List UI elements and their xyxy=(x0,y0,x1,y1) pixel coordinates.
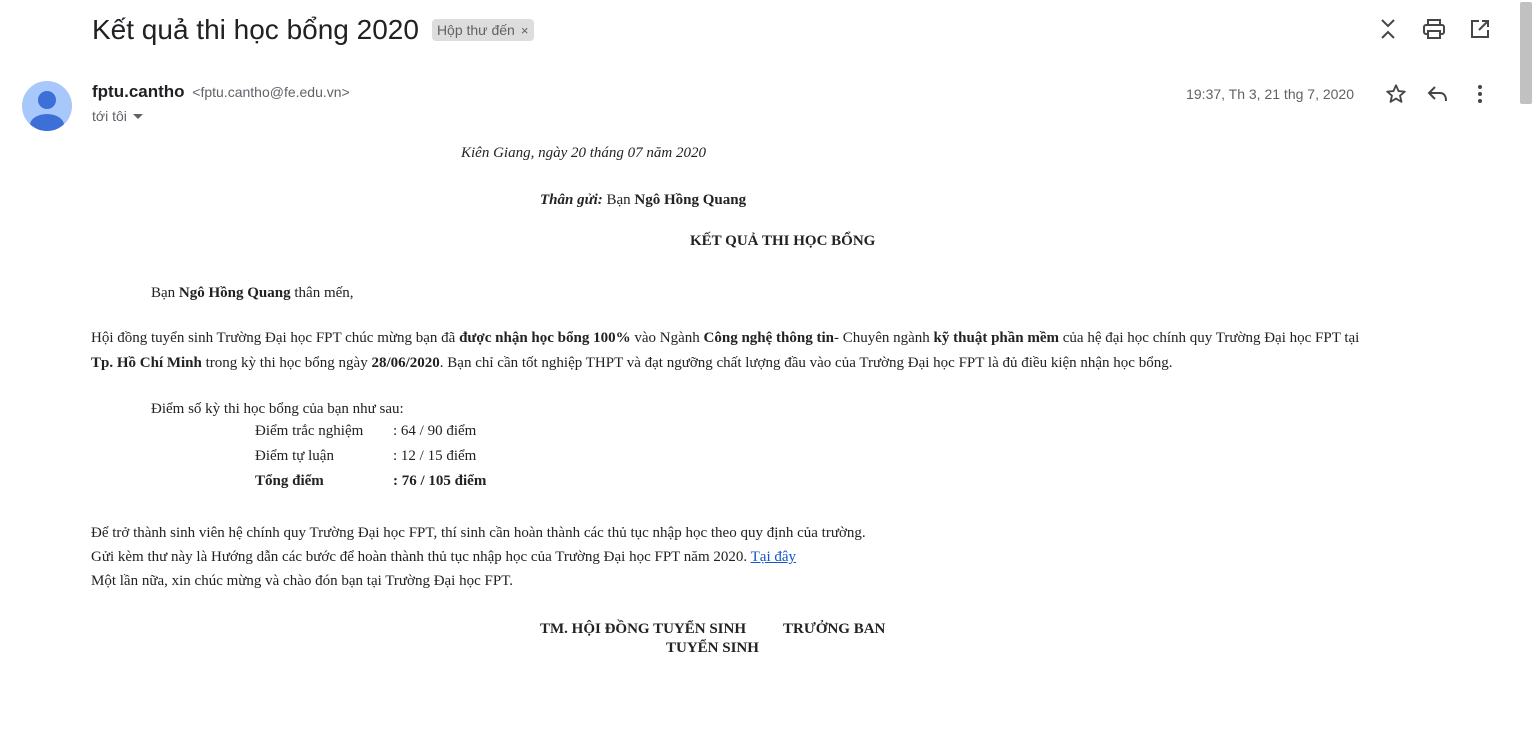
total-score-value: : 76 / 105 điểm xyxy=(393,473,487,489)
email-view: Kết quả thi học bổng 2020 Hộp thư đến × … xyxy=(0,0,1534,730)
salutation-prefix: Bạn xyxy=(151,285,176,301)
score-value: : 12 / 15 điểm xyxy=(393,448,477,464)
recipient-text: tới tôi xyxy=(92,108,127,124)
reply-icon[interactable] xyxy=(1424,80,1452,108)
score-value: : 64 / 90 điểm xyxy=(393,423,477,439)
inbox-label-chip[interactable]: Hộp thư đến × xyxy=(431,19,535,41)
place-date: Kiên Giang, ngày 20 tháng 07 năm 2020 xyxy=(461,145,706,161)
score-label: Điểm tự luận xyxy=(255,448,334,464)
scrollbar-thumb[interactable] xyxy=(1520,2,1532,104)
major-name: Công nghệ thông tin xyxy=(703,330,834,346)
collapse-icon[interactable] xyxy=(1374,15,1402,43)
campus-name: Tp. Hồ Chí Minh xyxy=(91,355,202,371)
salutation-name: Ngô Hồng Quang xyxy=(178,285,291,301)
sender-info: fptu.cantho <fptu.cantho@fe.edu.vn> xyxy=(92,82,350,102)
paragraph-2: Để trở thành sinh viên hệ chính quy Trườ… xyxy=(91,525,866,541)
scrollbar-track[interactable] xyxy=(1518,0,1534,730)
message-meta: 19:37, Th 3, 21 thg 7, 2020 xyxy=(1186,80,1494,108)
p1-text: trong kỳ thi học bổng ngày xyxy=(205,355,368,371)
p1-text: . Bạn chỉ cần tốt nghiệp THPT và đạt ngư… xyxy=(439,355,1173,371)
greeting-recipient: Ngô Hồng Quang xyxy=(634,192,747,208)
salutation: Bạn Ngô Hồng Quang thân mến, xyxy=(151,285,354,302)
total-score-label: Tổng điểm xyxy=(255,473,324,489)
sender-avatar[interactable] xyxy=(22,81,72,131)
paragraph-1-line-2: Tp. Hồ Chí Minh trong kỳ thi học bổng ng… xyxy=(91,355,1172,372)
letter-heading: KẾT QUẢ THI HỌC BỔNG xyxy=(690,233,876,249)
score-label: Điểm trắc nghiệm xyxy=(255,423,364,439)
sender-email: <fptu.cantho@fe.edu.vn> xyxy=(192,84,350,100)
scholarship-percent: được nhận học bổng 100% xyxy=(459,330,631,346)
message-date: 19:37, Th 3, 21 thg 7, 2020 xyxy=(1186,86,1354,102)
label-text: Hộp thư đến xyxy=(436,22,515,38)
p1-text: vào Ngành xyxy=(634,330,700,346)
recipient-row: tới tôi xyxy=(92,108,143,124)
signature-line-2: TUYỂN SINH xyxy=(666,640,759,656)
p1-text: Hội đồng tuyển sinh Trường Đại học FPT c… xyxy=(91,330,456,346)
p1-text: của hệ đại học chính quy Trường Đại học … xyxy=(1062,330,1360,346)
scores-intro: Điểm số kỳ thi học bổng của bạn như sau: xyxy=(151,401,404,417)
greeting-label: Thân gửi: xyxy=(540,192,603,208)
specialization-name: kỹ thuật phần mềm xyxy=(933,330,1059,346)
greeting-line: Thân gửi: Bạn Ngô Hồng Quang xyxy=(540,192,746,209)
signature-title: TRƯỞNG BAN xyxy=(783,621,886,637)
more-options-icon[interactable] xyxy=(1466,80,1494,108)
exam-date: 28/06/2020 xyxy=(371,355,440,371)
email-subject: Kết quả thi học bổng 2020 xyxy=(92,14,419,45)
signature-line-1: TM. HỘI ĐỒNG TUYỂN SINH xyxy=(540,621,747,637)
star-icon[interactable] xyxy=(1382,80,1410,108)
salutation-suffix: thân mến, xyxy=(294,285,354,301)
p3-text: Gửi kèm thư này là Hướng dẫn các bước để… xyxy=(91,549,748,565)
thread-toolbar xyxy=(1356,15,1494,43)
remove-label-icon[interactable]: × xyxy=(521,23,529,38)
show-details-icon[interactable] xyxy=(132,113,143,119)
open-new-window-icon[interactable] xyxy=(1466,15,1494,43)
print-icon[interactable] xyxy=(1420,15,1448,43)
p1-text: - Chuyên ngành xyxy=(833,330,930,346)
paragraph-1-line-1: Hội đồng tuyển sinh Trường Đại học FPT c… xyxy=(91,330,1359,347)
greeting-prefix: Bạn xyxy=(606,192,631,208)
instructions-link[interactable]: Tại đây xyxy=(751,549,796,565)
paragraph-3: Gửi kèm thư này là Hướng dẫn các bước để… xyxy=(91,549,796,566)
paragraph-4: Một lần nữa, xin chúc mừng và chào đón b… xyxy=(91,573,513,589)
sender-name[interactable]: fptu.cantho xyxy=(92,82,185,101)
subject-row: Kết quả thi học bổng 2020 Hộp thư đến × xyxy=(92,10,535,50)
